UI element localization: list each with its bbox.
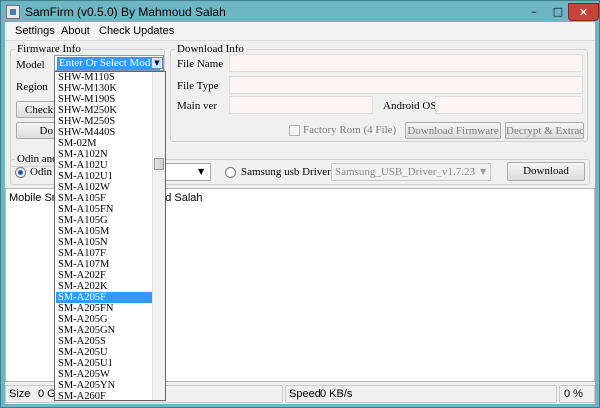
factory-rom-checkbox[interactable]: [289, 125, 300, 136]
file-type-field[interactable]: [229, 76, 583, 94]
android-os-field[interactable]: [435, 96, 583, 114]
dropdown-item[interactable]: SM-A102U1: [56, 171, 152, 182]
speed-cell: Speed 0 KB/s: [285, 385, 557, 403]
speed-value: 0 KB/s: [320, 388, 353, 400]
minimize-icon[interactable]: –: [522, 3, 546, 21]
dropdown-item[interactable]: SHW-M440S: [56, 127, 152, 138]
samfirm-app-icon: [6, 5, 20, 19]
dropdown-item[interactable]: SM-A105N: [56, 237, 152, 248]
file-name-label: File Name: [177, 58, 224, 70]
dropdown-item[interactable]: SM-A202K: [56, 281, 152, 292]
menu-about[interactable]: About: [61, 25, 90, 37]
main-ver-label: Main ver: [177, 100, 218, 112]
dropdown-item[interactable]: SHW-M130K: [56, 83, 152, 94]
scrollbar-thumb[interactable]: [154, 158, 164, 170]
dropdown-item[interactable]: SM-A105G: [56, 215, 152, 226]
dropdown-item[interactable]: SM-A102U: [56, 160, 152, 171]
dropdown-item[interactable]: SM-A205U: [56, 347, 152, 358]
file-type-label: File Type: [177, 80, 219, 92]
dropdown-item[interactable]: SM-A102N: [56, 149, 152, 160]
dropdown-item[interactable]: SM-A105FN: [56, 204, 152, 215]
dropdown-item[interactable]: SM-A205W: [56, 369, 152, 380]
odin-download-button[interactable]: Download: [507, 162, 585, 181]
usb-drivers-label: Samsung usb Drivers: [241, 166, 336, 178]
dropdown-item[interactable]: SHW-M110S: [56, 72, 152, 83]
download-firmware-button[interactable]: Download Firmware: [405, 122, 501, 139]
speed-label: Speed: [289, 388, 321, 400]
chevron-down-icon[interactable]: ▼: [151, 57, 163, 69]
close-icon[interactable]: ✕: [568, 3, 599, 21]
odin-legend: Odin and: [17, 153, 58, 165]
usb-driver-select[interactable]: Samsung_USB_Driver_v1.7.23 ▼: [331, 163, 491, 181]
model-dropdown-items: SHW-M110S SHW-M130K SHW-M190S SHW-M250K SHW-…: [56, 72, 152, 400]
dropdown-item[interactable]: SM-A205U1: [56, 358, 152, 369]
title-bar[interactable]: SamFirm (v0.5.0) By Mahmoud Salah – □ ✕: [2, 2, 599, 22]
factory-rom-label: Factory Rom (4 File): [303, 124, 397, 136]
dropdown-item[interactable]: SM-A105F: [56, 193, 152, 204]
usb-driver-value: Samsung_USB_Driver_v1.7.23: [335, 166, 475, 178]
model-combobox[interactable]: Enter Or Select Model ▼: [54, 55, 164, 71]
model-combobox-value: Enter Or Select Model: [57, 57, 161, 70]
dropdown-item[interactable]: SM-A205G: [56, 314, 152, 325]
dropdown-item[interactable]: SM-A202F: [56, 270, 152, 281]
main-ver-field[interactable]: [229, 96, 373, 114]
chevron-down-icon: ▼: [198, 167, 205, 176]
window-title: SamFirm (v0.5.0) By Mahmoud Salah: [25, 5, 226, 19]
model-dropdown-list[interactable]: SHW-M110S SHW-M130K SHW-M190S SHW-M250K SHW-…: [54, 71, 166, 401]
firmware-info-legend: Firmware Info: [17, 43, 81, 55]
dropdown-item[interactable]: SM-A260F: [56, 391, 152, 400]
dropdown-item[interactable]: SM-A107F: [56, 248, 152, 259]
dropdown-item[interactable]: SHW-M250S: [56, 116, 152, 127]
check-update-button[interactable]: Check U: [16, 101, 56, 118]
model-label: Model: [16, 59, 45, 71]
dropdown-item[interactable]: SHW-M250K: [56, 105, 152, 116]
dropdown-item[interactable]: SM-A102W: [56, 182, 152, 193]
menu-check-updates[interactable]: Check Updates: [99, 25, 174, 37]
odin-radio[interactable]: [15, 167, 26, 178]
percent-cell: 0 %: [559, 385, 595, 403]
menu-settings[interactable]: Settings: [15, 25, 55, 37]
download-button[interactable]: Do: [16, 122, 56, 139]
decrypt-extract-button[interactable]: Decrypt & Extract: [505, 122, 584, 139]
dropdown-item[interactable]: SM-A105M: [56, 226, 152, 237]
size-label: Size: [9, 388, 31, 400]
file-name-field[interactable]: [229, 54, 583, 72]
chevron-down-icon: ▼: [480, 167, 487, 176]
app-window: SamFirm (v0.5.0) By Mahmoud Salah – □ ✕ …: [0, 0, 600, 408]
dropdown-item[interactable]: SM-A205YN: [56, 380, 152, 391]
dropdown-scrollbar[interactable]: [152, 72, 165, 400]
dropdown-item[interactable]: SM-A205FN: [56, 303, 152, 314]
dropdown-item[interactable]: SM-A205F: [56, 292, 152, 303]
usb-drivers-radio[interactable]: [225, 167, 236, 178]
dropdown-item[interactable]: SM-A205GN: [56, 325, 152, 336]
odin-version-select[interactable]: ▼: [165, 163, 211, 181]
maximize-icon[interactable]: □: [546, 3, 570, 21]
dropdown-item[interactable]: SHW-M190S: [56, 94, 152, 105]
menu-bar: Settings About Check Updates: [5, 22, 595, 41]
region-label: Region: [16, 81, 48, 93]
percent-value: 0 %: [564, 388, 583, 400]
dropdown-item[interactable]: SM-A205S: [56, 336, 152, 347]
dropdown-item[interactable]: SM-02M: [56, 138, 152, 149]
android-os-label: Android OS: [383, 100, 437, 112]
dropdown-item[interactable]: SM-A107M: [56, 259, 152, 270]
